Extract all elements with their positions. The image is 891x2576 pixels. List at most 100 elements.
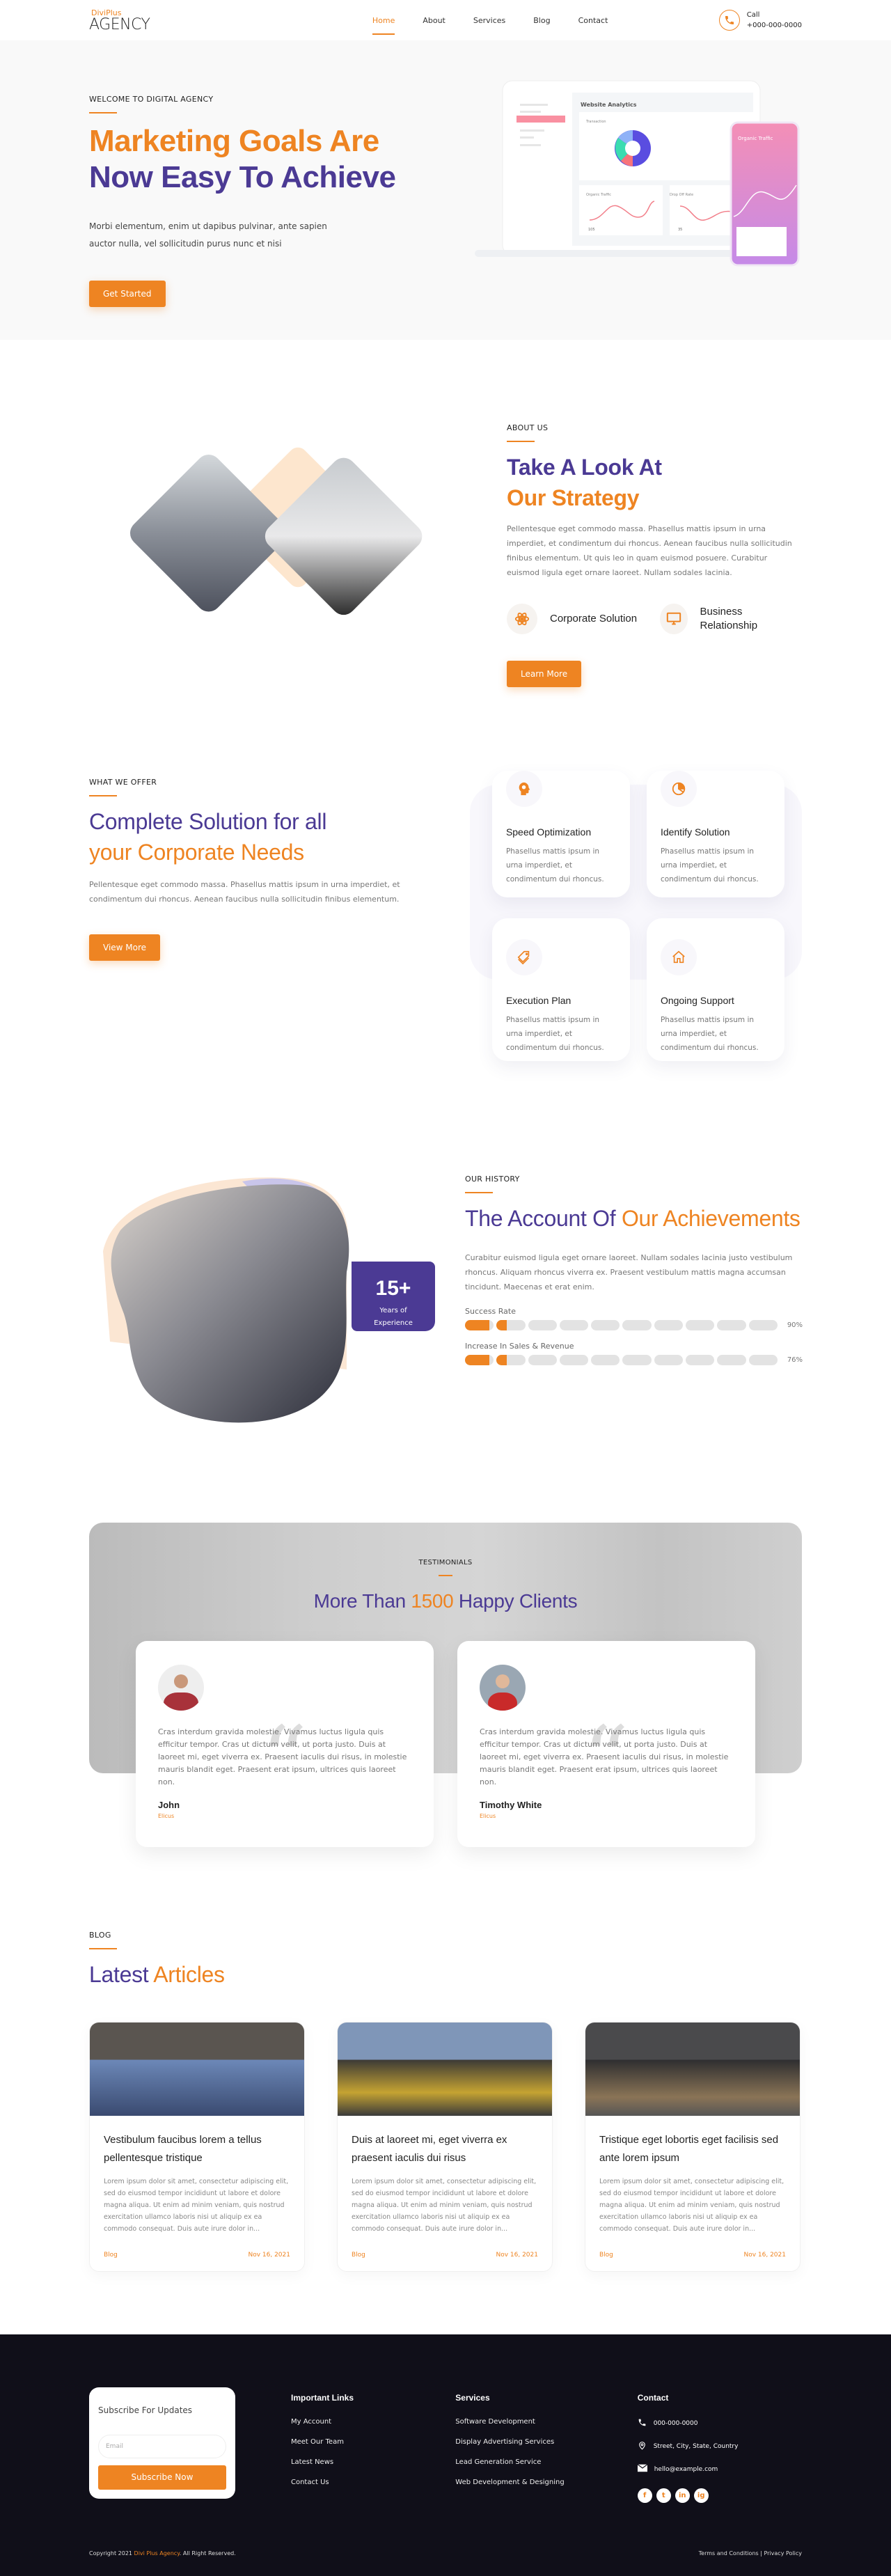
services-title: Services [455, 2393, 490, 2403]
learn-more-button[interactable]: Learn More [507, 661, 582, 687]
footer-link-my-account[interactable]: My Account [291, 2418, 455, 2426]
avatar [480, 1665, 526, 1711]
blog-post-title[interactable]: Vestibulum faucibus lorem a tellus pelle… [104, 2131, 290, 2167]
progress-percent: 90% [787, 1321, 803, 1329]
social-links: f t in ig [637, 2488, 802, 2503]
mail-icon [637, 2464, 648, 2474]
blog-post-title[interactable]: Tristique eget lobortis eget facilisis s… [599, 2131, 786, 2167]
progress-segment [717, 1320, 746, 1330]
mockup-card3-value: 35 [678, 228, 682, 232]
card-title: Identify Solution [660, 826, 730, 838]
feature-label: Corporate Solution [550, 613, 638, 625]
card-title: Execution Plan [505, 995, 571, 1006]
footer-link-software-development[interactable]: Software Development [455, 2418, 637, 2426]
progress-segment [528, 1355, 557, 1365]
analytics-mockup-image: Website Analytics Transaction Organic Tr… [475, 70, 802, 272]
card-text: Phasellus mattis ipsum in urna imperdiet… [660, 847, 759, 883]
linkedin-icon[interactable]: in [675, 2488, 690, 2503]
view-more-button[interactable]: View More [89, 934, 161, 961]
blog-post-category[interactable]: Blog [352, 2252, 365, 2259]
footer-link-display-advertising[interactable]: Display Advertising Services [455, 2438, 637, 2446]
blog-post-excerpt: Lorem ipsum dolor sit amet, consectetur … [599, 2178, 784, 2233]
card-title: Speed Optimization [505, 826, 592, 838]
contact-info: Contact 000-000-0000 Street, City, State… [637, 2387, 802, 2503]
monitor-icon [660, 604, 688, 634]
testimonial-text: Cras interdum gravida molestie. Vivamus … [480, 1727, 729, 1786]
service-card-speed-optimization[interactable]: Speed Optimization Phasellus mattis ipsu… [491, 771, 630, 897]
footer-link-latest-news[interactable]: Latest News [291, 2458, 455, 2466]
footer-link-meet-our-team[interactable]: Meet Our Team [291, 2438, 455, 2446]
site-footer: Subscribe For Updates Email Subscribe No… [0, 2334, 891, 2576]
blog-card[interactable]: Tristique eget lobortis eget facilisis s… [585, 2022, 801, 2272]
twitter-icon[interactable]: t [656, 2488, 671, 2503]
facebook-icon[interactable]: f [637, 2488, 652, 2503]
nav-about[interactable]: About [423, 12, 446, 29]
contact-email[interactable]: hello@example.com [654, 2466, 718, 2473]
offer-title-line1: Complete Solution for all [89, 809, 327, 834]
footer-link-lead-generation[interactable]: Lead Generation Service [455, 2458, 637, 2466]
blog-post-title[interactable]: Duis at laoreet mi, eget viverra ex prae… [352, 2131, 538, 2167]
terms-link[interactable]: Terms and Conditions [699, 2550, 759, 2557]
progress-segment [591, 1320, 620, 1330]
progress-label: Increase In Sales & Revenue [465, 1342, 574, 1351]
call-box[interactable]: Call +000-000-0000 [718, 10, 802, 31]
blog-post-category[interactable]: Blog [104, 2252, 118, 2259]
nav-services[interactable]: Services [473, 12, 505, 29]
logo[interactable]: DiviPlus AGENCY [89, 8, 150, 33]
offer-title: Complete Solution for all your Corporate… [89, 806, 435, 867]
nav-home[interactable]: Home [372, 12, 395, 35]
progress-segment [748, 1355, 778, 1365]
progress-segment [559, 1355, 589, 1365]
offer-title-line2: your Corporate Needs [89, 840, 304, 865]
mockup-card2: Organic Traffic [586, 193, 611, 197]
service-card-ongoing-support[interactable]: Ongoing Support Phasellus mattis ipsum i… [646, 918, 784, 1061]
mockup-card1: Transaction [585, 120, 606, 124]
instagram-icon[interactable]: ig [693, 2488, 709, 2503]
testimonial-card: “ Cras interdum gravida molestie. Vivamu… [136, 1641, 434, 1847]
about-title: Take A Look At Our Strategy [507, 452, 799, 513]
mockup-phone-title: Organic Traffic [738, 136, 773, 141]
about-title-line1: Take A Look At [507, 455, 662, 480]
history-eyebrow: OUR HISTORY [465, 1175, 520, 1184]
services-links: Services Software Development Display Ad… [455, 2387, 637, 2503]
contact-phone[interactable]: 000-000-0000 [654, 2420, 698, 2427]
progress-segment [717, 1355, 746, 1365]
mockup-card3: Drop Off Rate [670, 193, 693, 197]
service-card-execution-plan[interactable]: Execution Plan Phasellus mattis ipsum in… [491, 918, 630, 1061]
email-input[interactable]: Email [98, 2435, 226, 2458]
blog-card[interactable]: Vestibulum faucibus lorem a tellus pelle… [89, 2022, 305, 2272]
call-number: +000-000-0000 [746, 22, 802, 29]
contact-title: Contact [637, 2393, 669, 2403]
blog-post-date: Nov 16, 2021 [248, 2252, 290, 2259]
hero-text: Morbi elementum, enim ut dapibus pulvina… [89, 221, 327, 249]
footer-link-web-development[interactable]: Web Development & Designing [455, 2479, 637, 2486]
blog-post-date: Nov 16, 2021 [743, 2252, 786, 2259]
progress-segment [528, 1320, 557, 1330]
privacy-link[interactable]: Privacy Policy [764, 2550, 802, 2557]
get-started-button[interactable]: Get Started [89, 281, 166, 307]
blog-card[interactable]: Duis at laoreet mi, eget viverra ex prae… [337, 2022, 553, 2272]
card-text: Phasellus mattis ipsum in urna imperdiet… [505, 847, 604, 883]
copy-prefix: Copyright 2021 [89, 2550, 134, 2557]
feature-label: Business Relationship [700, 606, 758, 631]
about-section: ABOUT US Take A Look At Our Strategy Pel… [0, 340, 891, 757]
blog-post-category[interactable]: Blog [599, 2252, 613, 2259]
service-card-identify-solution[interactable]: Identify Solution Phasellus mattis ipsum… [646, 771, 784, 897]
card-text: Phasellus mattis ipsum in urna imperdiet… [505, 1016, 604, 1052]
nav-blog[interactable]: Blog [533, 12, 550, 29]
footer-link-contact-us[interactable]: Contact Us [291, 2479, 455, 2486]
segmented-progress-bar: 90% [465, 1320, 803, 1330]
copy-suffix: . All Right Reserved. [179, 2550, 236, 2557]
important-links: Important Links My Account Meet Our Team… [291, 2387, 455, 2503]
blog-post-date: Nov 16, 2021 [496, 2252, 538, 2259]
eyebrow-divider [507, 441, 535, 442]
nav-contact[interactable]: Contact [578, 12, 608, 29]
subscribe-button[interactable]: Subscribe Now [98, 2465, 226, 2490]
pie-chart-icon [660, 771, 697, 807]
eyebrow-divider [89, 112, 117, 113]
segmented-progress-bar: 76% [465, 1355, 803, 1365]
subscribe-box: Subscribe For Updates Email Subscribe No… [89, 2387, 235, 2499]
brain-gear-icon [505, 771, 542, 807]
testimonial-role: Elicus [480, 1813, 496, 1819]
copy-brand-link[interactable]: Divi Plus Agency [134, 2550, 180, 2557]
